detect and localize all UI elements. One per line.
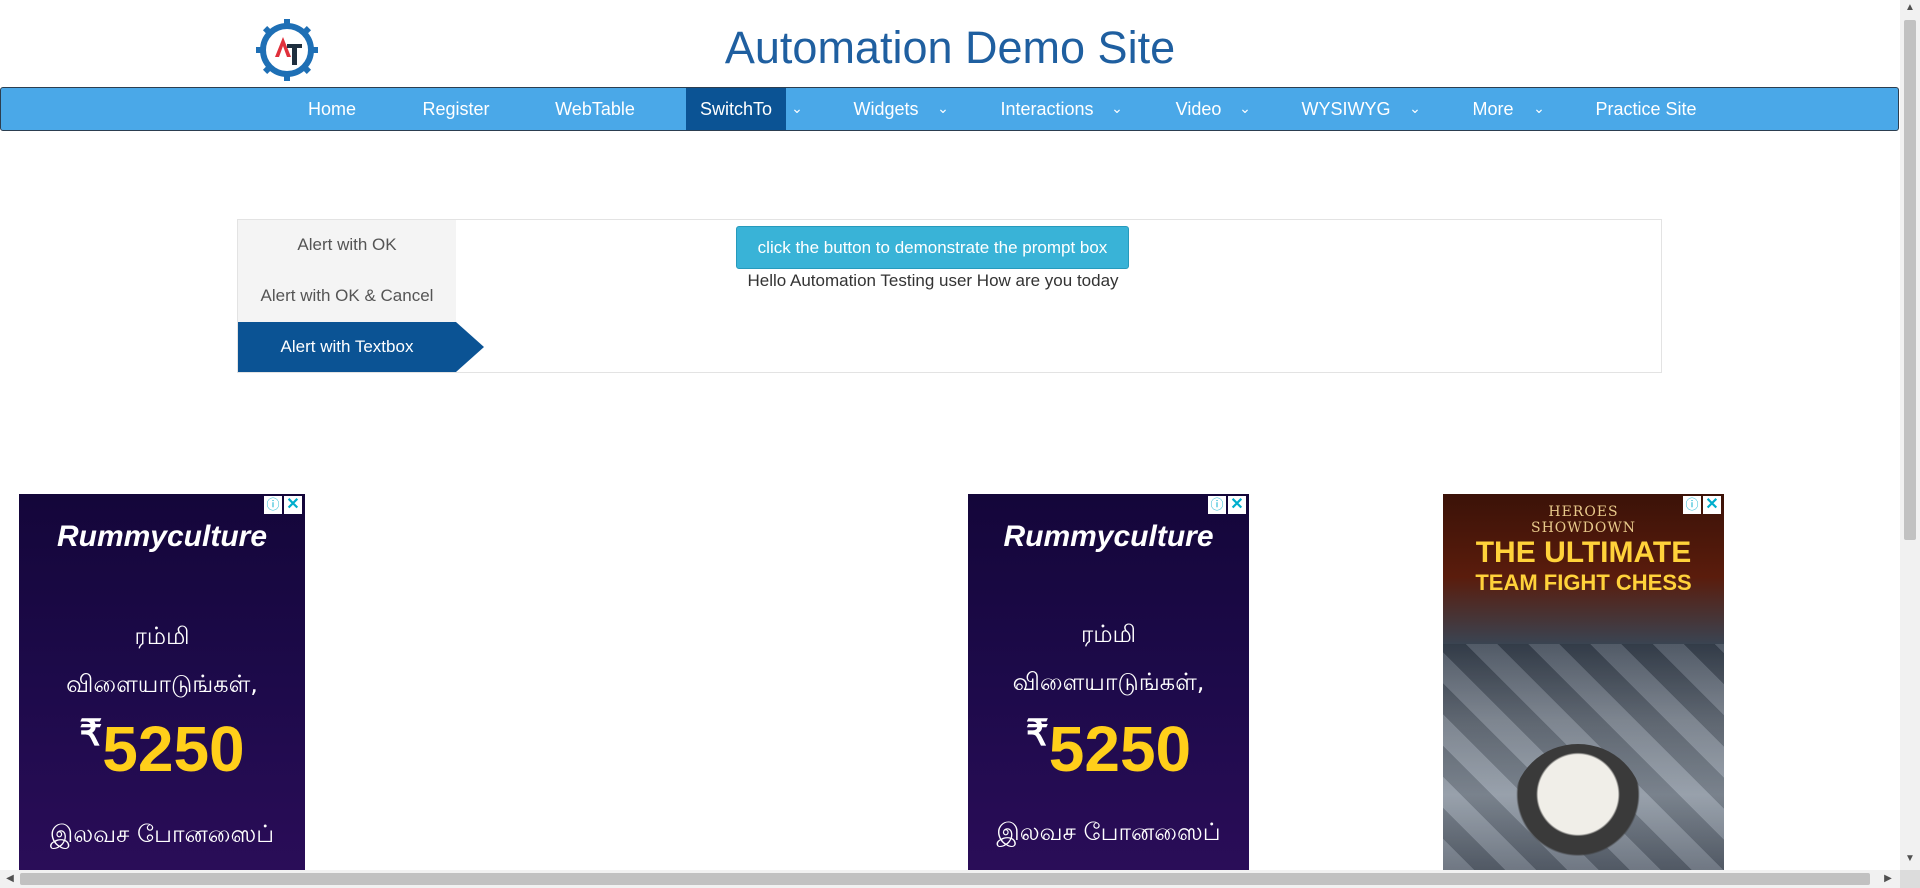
scroll-up-icon[interactable]: ▲	[1900, 2, 1920, 13]
ad-close-icon[interactable]: ✕	[284, 496, 302, 514]
nav-video[interactable]: Video	[1161, 88, 1236, 130]
page: Automation Demo Site Home Register WebTa…	[0, 0, 1900, 870]
nav-widgets[interactable]: Widgets	[836, 88, 936, 130]
tab-alert-ok[interactable]: Alert with OK	[238, 220, 456, 270]
ad-text-line2: விளையாடுங்கள்,	[66, 670, 258, 698]
scrollbar-corner	[1900, 870, 1920, 888]
interactions-chevron-down-icon[interactable]: ⌄	[1107, 88, 1127, 130]
scroll-down-icon[interactable]: ▼	[1900, 853, 1920, 864]
ad-text-line1: ரம்மி	[1080, 620, 1137, 648]
video-chevron-down-icon[interactable]: ⌄	[1235, 88, 1255, 130]
horizontal-scrollbar[interactable]: ◀ ▶	[0, 870, 1900, 888]
nav-more[interactable]: More	[1456, 88, 1530, 130]
scroll-left-icon[interactable]: ◀	[0, 873, 20, 884]
ad-amount: ₹5250	[19, 712, 305, 786]
ad-banner-game[interactable]: ⓘ ✕ HEROES SHOWDOWN THE ULTIMATE TEAM FI…	[1443, 494, 1724, 870]
ad-banner-rummy-2[interactable]: ⓘ ✕ Rummyculture ரம்மி விளையாடுங்கள், ₹5…	[968, 494, 1249, 870]
ad-text-line1: ரம்மி	[134, 622, 190, 650]
horizontal-scroll-thumb[interactable]	[20, 873, 1870, 885]
more-chevron-down-icon[interactable]: ⌄	[1529, 88, 1549, 130]
ad-brand: Rummyculture	[56, 520, 268, 553]
vertical-scrollbar[interactable]: ▲ ▼	[1900, 0, 1920, 870]
nav-webtable[interactable]: WebTable	[539, 88, 651, 130]
switchto-chevron-down-icon[interactable]: ⌄	[787, 88, 807, 130]
nav-interactions[interactable]: Interactions	[987, 88, 1107, 130]
panda-character-image	[1513, 744, 1643, 870]
ad-text-line3: இலவச போனஸைப்	[49, 820, 275, 848]
alert-tabs: Alert with OK Alert with OK & Cancel Ale…	[238, 220, 456, 372]
nav-switchto[interactable]: SwitchTo	[686, 88, 786, 130]
main-nav: Home Register WebTable SwitchTo ⌄ Widget…	[0, 87, 1899, 131]
game-headline1: THE ULTIMATE	[1475, 536, 1692, 569]
vertical-scroll-thumb[interactable]	[1904, 20, 1916, 540]
rupee-icon: ₹	[1025, 712, 1049, 753]
rupee-icon: ₹	[79, 712, 103, 753]
ad-banner-rummy-1[interactable]: ⓘ ✕ Rummyculture ரம்மி விளையாடுங்கள், ₹5…	[19, 494, 305, 870]
ad-amount-value: 5250	[1048, 713, 1192, 785]
prompt-box-button[interactable]: click the button to demonstrate the prom…	[736, 226, 1129, 269]
game-brand: HEROES SHOWDOWN	[1443, 504, 1724, 536]
ad-brand: Rummyculture	[1003, 520, 1214, 553]
wysiwyg-chevron-down-icon[interactable]: ⌄	[1405, 88, 1425, 130]
scroll-right-icon[interactable]: ▶	[1878, 873, 1898, 884]
alerts-panel: Alert with OK Alert with OK & Cancel Ale…	[237, 219, 1662, 373]
widgets-chevron-down-icon[interactable]: ⌄	[933, 88, 953, 130]
ad-text-line2: விளையாடுங்கள்,	[1012, 668, 1205, 696]
active-tab-arrow	[456, 322, 484, 372]
nav-wysiwyg[interactable]: WYSIWYG	[1291, 88, 1401, 130]
nav-register[interactable]: Register	[406, 88, 506, 130]
game-brand-line1: HEROES	[1548, 504, 1619, 520]
ad-close-icon[interactable]: ✕	[1228, 496, 1246, 514]
tab-alert-textbox[interactable]: Alert with Textbox	[238, 322, 456, 372]
page-title: Automation Demo Site	[724, 22, 1176, 73]
ad-amount-value: 5250	[102, 713, 245, 785]
game-brand-line2: SHOWDOWN	[1530, 520, 1636, 536]
ad-amount: ₹5250	[968, 712, 1249, 786]
nav-practice-site[interactable]: Practice Site	[1581, 88, 1711, 130]
tab-alert-ok-cancel[interactable]: Alert with OK & Cancel	[238, 271, 456, 321]
ad-info-icon[interactable]: ⓘ	[1208, 496, 1226, 514]
ad-info-icon[interactable]: ⓘ	[264, 496, 282, 514]
nav-home[interactable]: Home	[291, 88, 373, 130]
ad-text-line3: இலவச போனஸைப்	[996, 818, 1221, 846]
prompt-result-text: Hello Automation Testing user How are yo…	[747, 271, 1119, 290]
game-headline2: TEAM FIGHT CHESS	[1475, 570, 1692, 595]
